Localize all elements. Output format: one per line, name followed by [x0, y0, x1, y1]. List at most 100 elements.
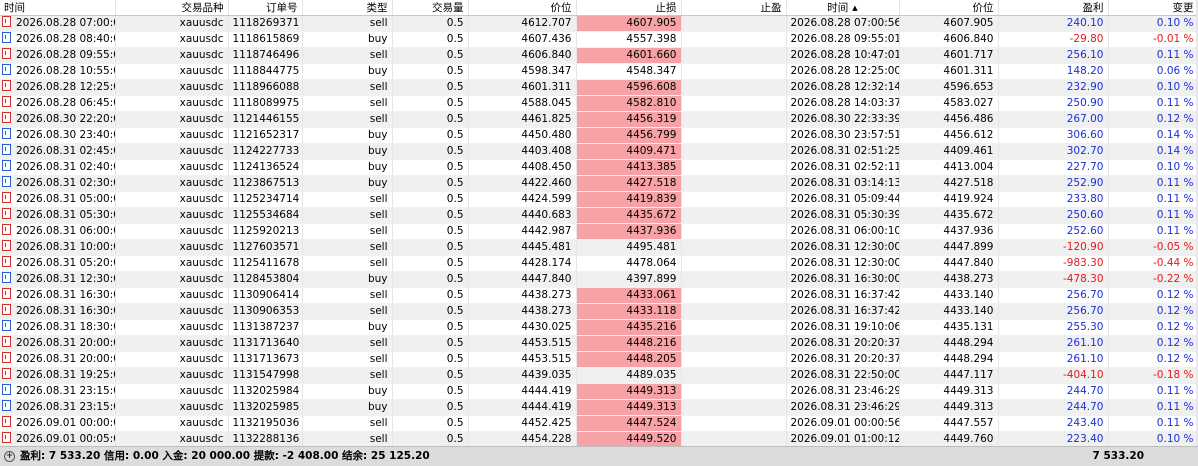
- table-row[interactable]: 2026.08.30 23:40:00xauusdc1121652317buy0…: [0, 127, 1198, 144]
- open-time-text: 2026.08.31 12:30:00: [16, 273, 114, 285]
- cell-volume: 0.5: [392, 159, 469, 176]
- cell-take-profit: [681, 63, 787, 80]
- cell-symbol: xauusdc: [115, 271, 229, 288]
- col-header-price[interactable]: 价位: [468, 0, 577, 16]
- cell-open-time: 2026.08.31 02:30:00: [0, 175, 116, 192]
- col-header-tp[interactable]: 止盈: [681, 0, 787, 16]
- col-header-type[interactable]: 类型: [302, 0, 393, 16]
- buy-order-icon: [2, 64, 11, 75]
- cell-open-price: 4442.987: [468, 223, 577, 240]
- col-header-symbol[interactable]: 交易品种: [115, 0, 229, 16]
- cell-close-time: 2026.08.31 03:14:13: [786, 175, 900, 192]
- table-row[interactable]: 2026.08.31 12:30:00xauusdc1128453804buy0…: [0, 271, 1198, 288]
- expand-plus-icon[interactable]: +: [4, 451, 15, 462]
- cell-symbol: xauusdc: [115, 383, 229, 400]
- cell-symbol: xauusdc: [115, 159, 229, 176]
- cell-volume: 0.5: [392, 367, 469, 384]
- col-header-order[interactable]: 订单号: [228, 0, 303, 16]
- cell-order-id: 1123867513: [228, 175, 303, 192]
- col-header-close-time[interactable]: 时间 ▲: [786, 0, 900, 16]
- cell-type: buy: [302, 127, 393, 144]
- sort-ascending-icon: ▲: [852, 4, 858, 12]
- cell-profit: 261.10: [998, 351, 1109, 368]
- table-row[interactable]: 2026.08.28 10:55:00xauusdc1118844775buy0…: [0, 63, 1198, 80]
- cell-order-id: 1118089975: [228, 95, 303, 112]
- col-header-close-price[interactable]: 价位: [899, 0, 999, 16]
- cell-change: 0.12 %: [1108, 303, 1198, 320]
- table-row[interactable]: 2026.08.31 20:00:00xauusdc1131713640sell…: [0, 335, 1198, 352]
- cell-volume: 0.5: [392, 223, 469, 240]
- table-row[interactable]: 2026.08.31 20:00:00xauusdc1131713673sell…: [0, 351, 1198, 368]
- table-row[interactable]: 2026.08.31 02:30:00xauusdc1123867513buy0…: [0, 175, 1198, 192]
- table-row[interactable]: 2026.08.31 23:15:00xauusdc1132025984buy0…: [0, 383, 1198, 400]
- col-header-sl[interactable]: 止损: [576, 0, 682, 16]
- sell-order-icon: [2, 256, 11, 267]
- cell-open-price: 4453.515: [468, 335, 577, 352]
- cell-type: sell: [302, 335, 393, 352]
- sell-order-icon: [2, 80, 11, 91]
- col-header-symbol-label: 交易品种: [181, 2, 224, 14]
- cell-type: buy: [302, 63, 393, 80]
- table-row[interactable]: 2026.08.28 12:25:00xauusdc1118966088sell…: [0, 79, 1198, 96]
- table-row[interactable]: 2026.08.31 23:15:00xauusdc1132025985buy0…: [0, 399, 1198, 416]
- cell-close-time: 2026.08.31 22:50:00: [786, 367, 900, 384]
- table-row[interactable]: 2026.08.31 02:40:00xauusdc1124136524buy0…: [0, 159, 1198, 176]
- sell-order-icon: [2, 432, 11, 443]
- table-row[interactable]: 2026.08.30 22:20:00xauusdc1121446155sell…: [0, 111, 1198, 128]
- col-header-change[interactable]: 变更: [1108, 0, 1198, 16]
- col-header-profit[interactable]: 盈利: [998, 0, 1109, 16]
- cell-open-price: 4444.419: [468, 399, 577, 416]
- cell-take-profit: [681, 271, 787, 288]
- open-time-text: 2026.08.30 23:40:00: [16, 129, 114, 141]
- table-row[interactable]: 2026.08.31 10:00:00xauusdc1127603571sell…: [0, 239, 1198, 256]
- cell-open-time: 2026.08.31 12:30:00: [0, 271, 116, 288]
- cell-profit: 252.90: [998, 175, 1109, 192]
- cell-close-time: 2026.08.31 19:10:06: [786, 319, 900, 336]
- table-row[interactable]: 2026.08.28 09:55:01xauusdc1118746496sell…: [0, 47, 1198, 64]
- table-row[interactable]: 2026.08.31 18:30:00xauusdc1131387237buy0…: [0, 319, 1198, 336]
- cell-symbol: xauusdc: [115, 415, 229, 432]
- open-time-text: 2026.08.30 22:20:00: [16, 113, 114, 125]
- cell-change: 0.11 %: [1108, 415, 1198, 432]
- col-header-volume[interactable]: 交易量: [392, 0, 469, 16]
- cell-type: sell: [302, 111, 393, 128]
- table-row[interactable]: 2026.08.31 02:45:00xauusdc1124227733buy0…: [0, 143, 1198, 160]
- table-row[interactable]: 2026.08.31 05:20:00xauusdc1125411678sell…: [0, 255, 1198, 272]
- summary-text: 盈利: 7 533.20 信用: 0.00 入金: 20 000.00 提款: …: [20, 450, 430, 462]
- cell-close-time: 2026.08.31 12:30:00: [786, 255, 900, 272]
- table-row[interactable]: 2026.08.31 16:30:00xauusdc1130906353sell…: [0, 303, 1198, 320]
- table-row[interactable]: 2026.08.28 08:40:00xauusdc1118615869buy0…: [0, 31, 1198, 48]
- cell-volume: 0.5: [392, 143, 469, 160]
- open-time-text: 2026.08.28 10:55:00: [16, 65, 114, 77]
- table-row[interactable]: 2026.08.28 07:00:01xauusdc1118269371sell…: [0, 15, 1198, 32]
- cell-profit: -404.10: [998, 367, 1109, 384]
- table-row[interactable]: 2026.08.28 06:45:00xauusdc1118089975sell…: [0, 95, 1198, 112]
- cell-close-time: 2026.08.31 06:00:10: [786, 223, 900, 240]
- cell-order-id: 1118746496: [228, 47, 303, 64]
- table-row[interactable]: 2026.08.31 06:00:00xauusdc1125920213sell…: [0, 223, 1198, 240]
- history-table: 时间 交易品种 订单号 类型 交易量 价位 止损 止盈 时间 ▲ 价位 盈利 变更…: [0, 0, 1198, 448]
- sell-order-icon: [2, 224, 11, 235]
- cell-type: sell: [302, 367, 393, 384]
- cell-type: buy: [302, 175, 393, 192]
- cell-symbol: xauusdc: [115, 255, 229, 272]
- cell-symbol: xauusdc: [115, 175, 229, 192]
- table-row[interactable]: 2026.08.31 16:30:00xauusdc1130906414sell…: [0, 287, 1198, 304]
- cell-type: sell: [302, 303, 393, 320]
- col-header-time[interactable]: 时间: [0, 0, 116, 16]
- cell-take-profit: [681, 319, 787, 336]
- cell-take-profit: [681, 367, 787, 384]
- cell-stop-loss: 4435.672: [576, 207, 682, 224]
- cell-open-time: 2026.08.31 06:00:00: [0, 223, 116, 240]
- cell-type: buy: [302, 383, 393, 400]
- cell-close-price: 4447.117: [899, 367, 999, 384]
- table-row[interactable]: 2026.08.31 19:25:00xauusdc1131547998sell…: [0, 367, 1198, 384]
- table-row[interactable]: 2026.08.31 05:00:00xauusdc1125234714sell…: [0, 191, 1198, 208]
- cell-open-price: 4606.840: [468, 47, 577, 64]
- table-row[interactable]: 2026.08.31 05:30:00xauusdc1125534684sell…: [0, 207, 1198, 224]
- open-time-text: 2026.08.31 02:40:00: [16, 161, 114, 173]
- cell-stop-loss: 4489.035: [576, 367, 682, 384]
- table-row[interactable]: 2026.09.01 00:00:00xauusdc1132195036sell…: [0, 415, 1198, 432]
- cell-open-time: 2026.08.31 05:00:00: [0, 191, 116, 208]
- cell-close-price: 4437.936: [899, 223, 999, 240]
